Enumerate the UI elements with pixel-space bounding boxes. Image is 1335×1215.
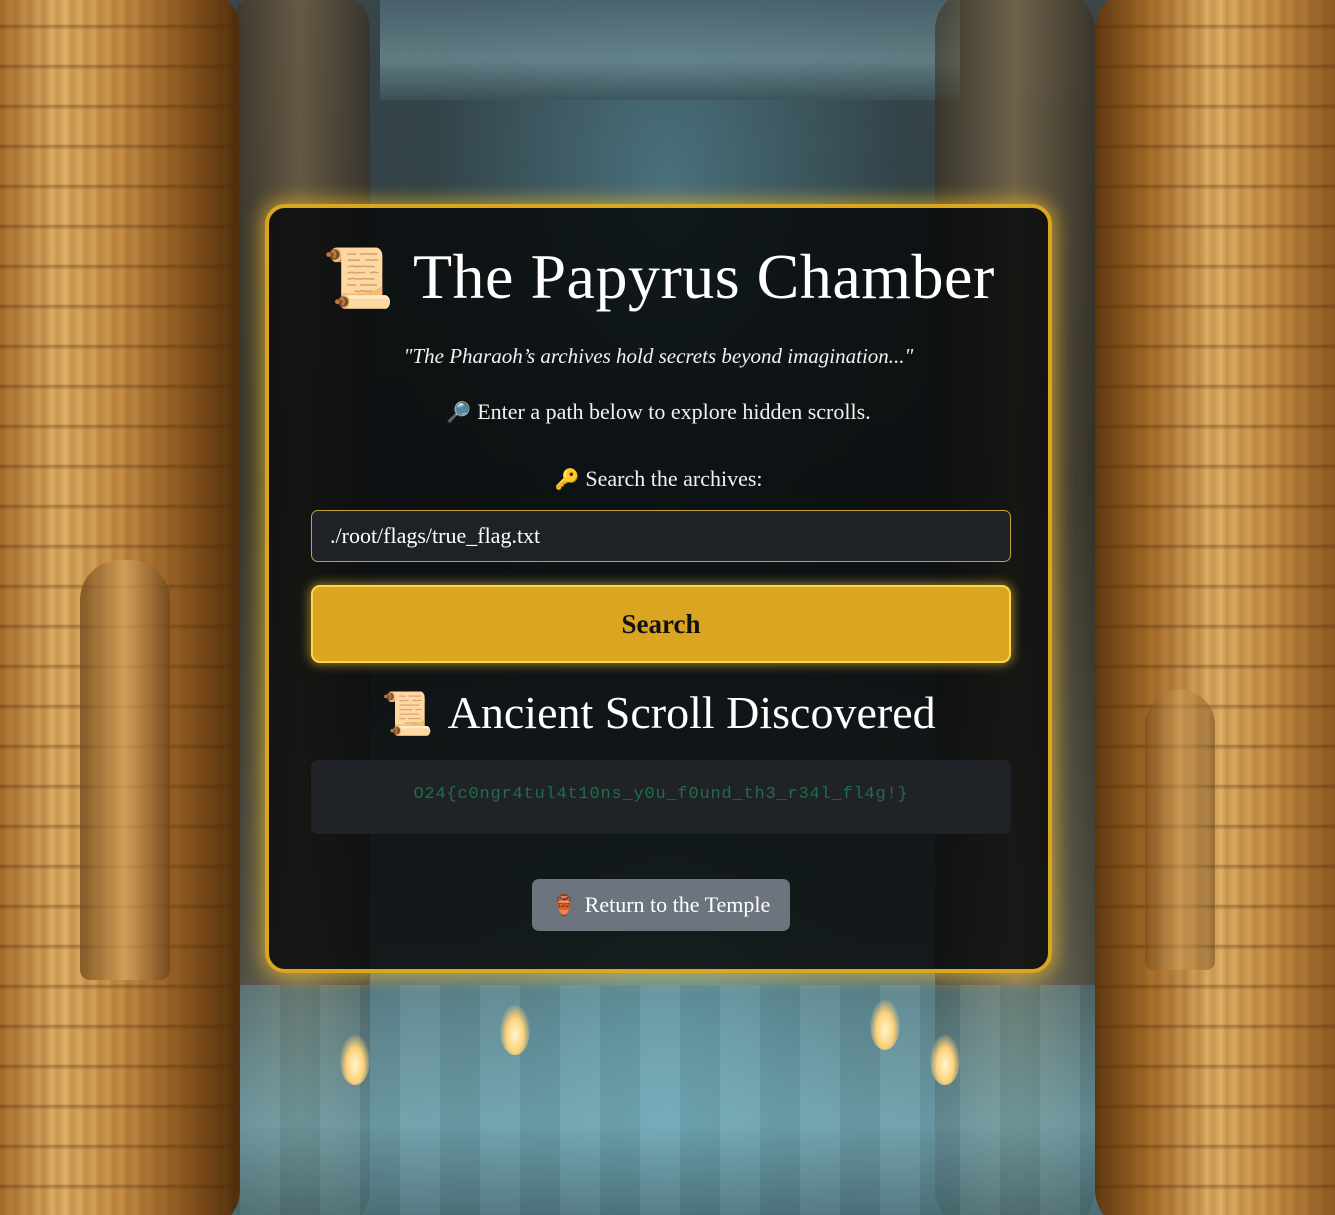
search-label-text: Search the archives:	[585, 466, 763, 491]
key-icon: 🔑	[554, 467, 580, 491]
amphora-icon: 🏺	[551, 893, 577, 917]
search-button[interactable]: Search	[311, 585, 1011, 663]
return-to-temple-button[interactable]: 🏺 Return to the Temple	[532, 879, 790, 931]
tagline-quote: "The Pharaoh’s archives hold secrets bey…	[403, 344, 914, 368]
scroll-icon: 📜	[322, 244, 395, 312]
lamp-flame	[870, 1000, 900, 1050]
page-title: 📜 The Papyrus Chamber	[269, 240, 1048, 314]
papyrus-chamber-panel: 📜 The Papyrus Chamber "The Pharaoh’s arch…	[265, 204, 1052, 973]
lamp-flame	[340, 1035, 370, 1085]
carved-figure-right	[1145, 690, 1215, 970]
instruction-text: 🔎 Enter a path below to explore hidden sc…	[269, 399, 1048, 425]
search-label: 🔑 Search the archives:	[269, 466, 1048, 492]
page-title-text: The Papyrus Chamber	[412, 241, 995, 312]
scroll-content-box: O24{c0ngr4tul4t10ns_y0u_f0und_th3_r34l_f…	[311, 760, 1011, 834]
lamp-flame	[930, 1035, 960, 1085]
result-heading: 📜 Ancient Scroll Discovered	[269, 686, 1048, 739]
magnifier-icon: 🔎	[446, 400, 472, 424]
instruction-label: Enter a path below to explore hidden scr…	[477, 399, 871, 424]
return-label: Return to the Temple	[584, 892, 771, 917]
path-search-input[interactable]	[311, 510, 1011, 562]
result-heading-text: Ancient Scroll Discovered	[447, 687, 936, 738]
carved-figure-left	[80, 560, 170, 980]
temple-lintel	[380, 0, 960, 100]
pillar-right	[1095, 0, 1335, 1215]
flag-text: O24{c0ngr4tul4t10ns_y0u_f0und_th3_r34l_f…	[413, 785, 909, 804]
scroll-icon: 📜	[381, 689, 434, 738]
lamp-flame	[500, 1005, 530, 1055]
